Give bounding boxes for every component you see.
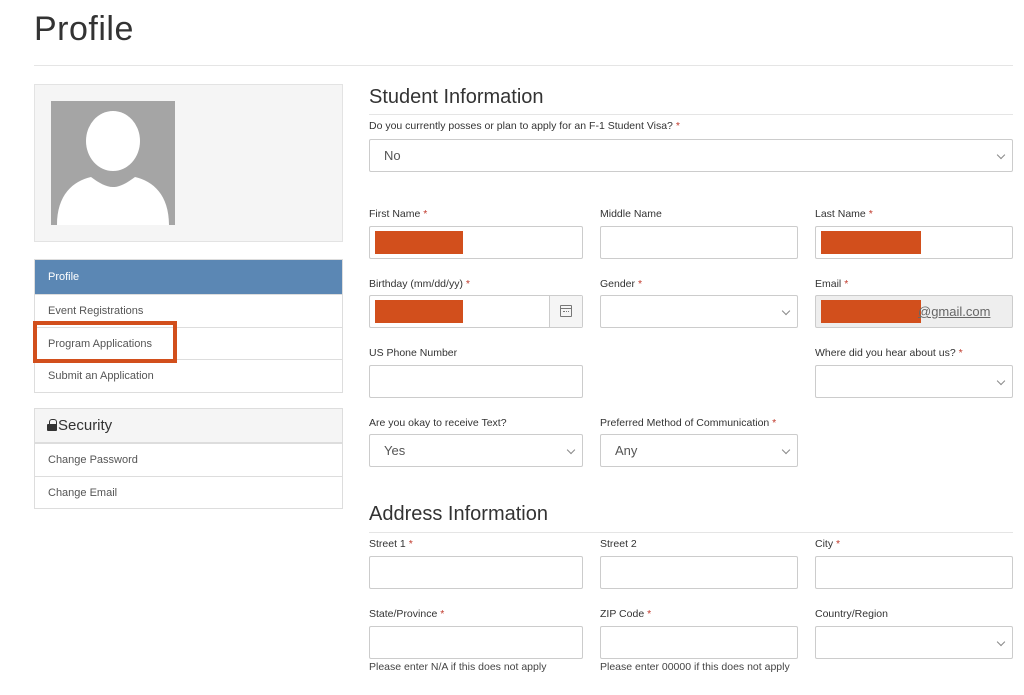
- lock-icon: [47, 419, 57, 431]
- state-label: State/Province *: [369, 608, 445, 620]
- receive-text-select[interactable]: Yes: [369, 434, 583, 467]
- city-field[interactable]: [815, 556, 1013, 589]
- communication-select[interactable]: Any: [600, 434, 798, 467]
- calendar-icon: [560, 305, 572, 317]
- phone-label: US Phone Number: [369, 347, 458, 359]
- nav-item-program-applications[interactable]: Program Applications: [35, 326, 342, 359]
- birthday-label: Birthday (mm/dd/yy) *: [369, 278, 470, 290]
- nav-item-profile[interactable]: Profile: [35, 260, 342, 294]
- street1-field[interactable]: [369, 556, 583, 589]
- visa-select[interactable]: No: [369, 139, 1013, 172]
- chevron-down-icon: [781, 306, 791, 316]
- gender-label: Gender *: [600, 278, 643, 290]
- communication-label: Preferred Method of Communication *: [600, 417, 777, 429]
- security-panel: Security Change Password Change Email: [34, 408, 343, 509]
- avatar-card: [34, 84, 343, 242]
- title-divider: [34, 65, 1013, 66]
- change-password-link[interactable]: Change Password: [35, 443, 342, 476]
- last-name-field[interactable]: [815, 226, 1013, 259]
- zip-field[interactable]: [600, 626, 798, 659]
- first-name-label: First Name *: [369, 208, 428, 220]
- birthday-field[interactable]: [369, 295, 583, 328]
- profile-nav: Profile Event Registrations Program Appl…: [34, 259, 343, 393]
- zip-help-text: Please enter 00000 if this does not appl…: [600, 661, 790, 673]
- middle-name-field[interactable]: [600, 226, 798, 259]
- student-info-title: Student Information: [369, 86, 544, 108]
- email-label: Email *: [815, 278, 849, 290]
- zip-label: ZIP Code *: [600, 608, 652, 620]
- calendar-button[interactable]: [549, 296, 582, 327]
- chevron-down-icon: [996, 376, 1006, 386]
- chevron-down-icon: [996, 150, 1006, 160]
- address-info-title: Address Information: [369, 503, 548, 525]
- hear-about-select[interactable]: [815, 365, 1013, 398]
- city-label: City *: [815, 538, 841, 550]
- nav-item-event-registrations[interactable]: Event Registrations: [35, 294, 342, 327]
- person-icon: [57, 111, 169, 225]
- chevron-down-icon: [781, 445, 791, 455]
- change-email-link[interactable]: Change Email: [35, 475, 342, 509]
- chevron-down-icon: [566, 445, 576, 455]
- redacted-value: [821, 231, 921, 254]
- first-name-field[interactable]: [369, 226, 583, 259]
- security-heading: Security: [35, 409, 342, 443]
- section-divider: [369, 114, 1013, 115]
- email-domain: @gmail.com: [918, 304, 991, 319]
- nav-item-submit-application[interactable]: Submit an Application: [35, 359, 342, 392]
- chevron-down-icon: [996, 637, 1006, 647]
- middle-name-label: Middle Name: [600, 208, 662, 220]
- last-name-label: Last Name *: [815, 208, 873, 220]
- state-field[interactable]: [369, 626, 583, 659]
- redacted-value: [375, 300, 463, 323]
- avatar[interactable]: [51, 101, 175, 225]
- street1-label: Street 1 *: [369, 538, 413, 550]
- gender-select[interactable]: [600, 295, 798, 328]
- country-select[interactable]: [815, 626, 1013, 659]
- page-title: Profile: [34, 10, 134, 48]
- street2-label: Street 2: [600, 538, 637, 550]
- visa-label: Do you currently posses or plan to apply…: [369, 120, 680, 132]
- email-field[interactable]: @gmail.com: [815, 295, 1013, 328]
- hear-about-label: Where did you hear about us? *: [815, 347, 963, 359]
- phone-field[interactable]: [369, 365, 583, 398]
- receive-text-label: Are you okay to receive Text?: [369, 417, 507, 429]
- redacted-value: [821, 300, 921, 323]
- section-divider: [369, 532, 1013, 533]
- street2-field[interactable]: [600, 556, 798, 589]
- country-label: Country/Region: [815, 608, 888, 620]
- state-help-text: Please enter N/A if this does not apply: [369, 661, 547, 673]
- redacted-value: [375, 231, 463, 254]
